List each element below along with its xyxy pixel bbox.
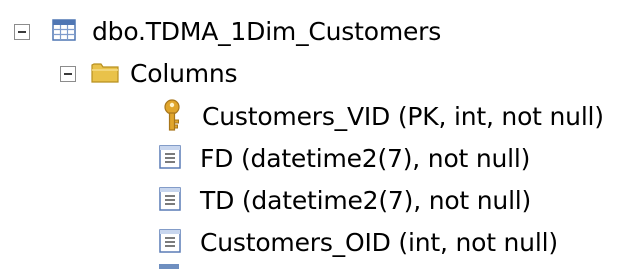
key-icon [162,99,182,135]
tree-node-column[interactable]: Customers_VID (PK, int, not null) [156,97,604,137]
tree-node-column[interactable]: Customers_OID (int, not null) [156,223,558,263]
tree-node-table[interactable]: dbo.TDMA_1Dim_Customers [14,12,441,52]
column-label: TD (datetime2(7), not null) [200,186,532,215]
columns-folder-label: Columns [130,59,238,88]
column-icon [159,264,179,269]
column-label: Customers_VID (PK, int, not null) [202,102,604,131]
tree-node-columns-folder[interactable]: Columns [60,54,238,94]
collapse-toggle-table[interactable] [14,24,30,40]
table-name: dbo.TDMA_1Dim_Customers [92,17,442,46]
folder-icon [91,61,119,87]
column-icon [159,187,181,215]
table-icon [52,19,76,45]
column-label: FD (datetime2(7), not null) [200,144,531,173]
tree-node-column[interactable]: FD (datetime2(7), not null) [156,139,530,179]
object-explorer-tree: dbo.TDMA_1Dim_Customers Columns Customer… [0,0,628,269]
collapse-toggle-columns[interactable] [60,66,76,82]
column-icon [159,229,181,257]
column-icon [159,145,181,173]
tree-node-column[interactable]: TD (datetime2(7), not null) [156,181,531,221]
column-label: Customers_OID (int, not null) [200,228,558,257]
